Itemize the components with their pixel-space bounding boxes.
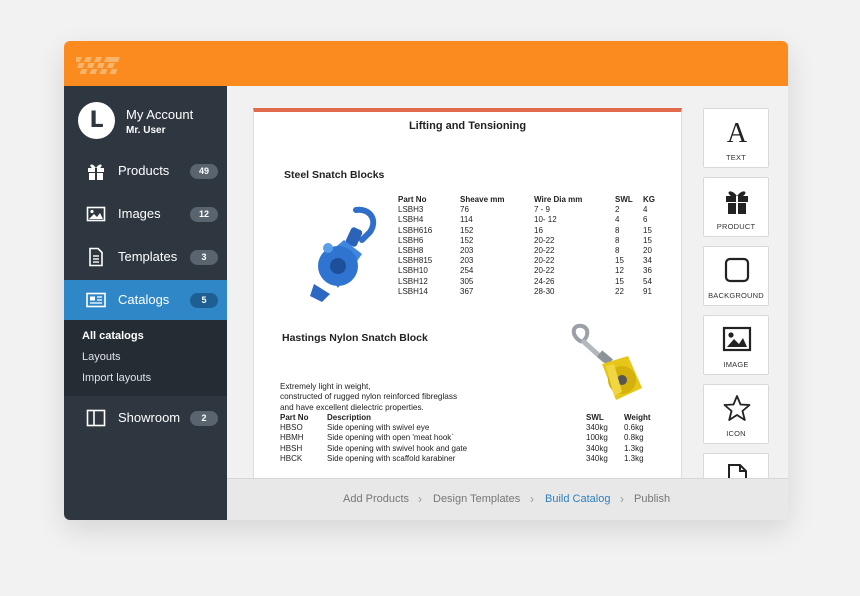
account-user: Mr. User bbox=[126, 125, 166, 136]
svg-text:A: A bbox=[727, 118, 748, 147]
col-wire-dia: Wire Dia mm 7 - 9 10- 12 16 20-22 20-22 20-2… bbox=[534, 195, 583, 296]
step-design-templates[interactable]: Design Templates bbox=[433, 493, 520, 505]
col-swl: SWL 340kg 100kg 340kg 340kg bbox=[586, 413, 608, 463]
gift-icon bbox=[88, 164, 104, 180]
subnav-all-catalogs[interactable]: All catalogs bbox=[82, 330, 144, 342]
sidebar-item-label: Templates bbox=[118, 249, 178, 264]
steel-blocks-table: Part No LSBH3 LSBH4 LSBH616 LSBH6 LSBH8 LSBH… bbox=[398, 195, 668, 296]
layout-icon bbox=[86, 409, 106, 427]
sidebar-item-products[interactable]: Products 49 bbox=[64, 151, 227, 191]
sidebar-item-label: Catalogs bbox=[118, 292, 170, 307]
col-description: Description Side opening with swivel eye… bbox=[327, 413, 468, 463]
image-icon bbox=[722, 326, 752, 352]
main-area: Lifting and Tensioning Steel Snatch Bloc… bbox=[227, 86, 788, 520]
sidebar-item-templates[interactable]: Templates 3 bbox=[64, 237, 227, 277]
col-weight: Weight 0.6kg 0.8kg 1.3kg 1.3kg bbox=[624, 413, 651, 463]
sidebar-item-catalogs[interactable]: Catalogs 5 bbox=[64, 280, 227, 320]
avatar[interactable]: L bbox=[78, 102, 115, 139]
text-icon: A bbox=[727, 118, 748, 147]
tool-image[interactable]: IMAGE bbox=[703, 315, 769, 375]
tool-product[interactable]: PRODUCT bbox=[703, 177, 769, 237]
gift-icon bbox=[726, 191, 748, 214]
step-build-catalog[interactable]: Build Catalog bbox=[545, 493, 610, 505]
col-part-no: Part No HBSO HBMH HBSH HBCK bbox=[280, 413, 309, 463]
count-badge: 2 bbox=[190, 411, 218, 426]
sidebar-item-label: Products bbox=[118, 163, 170, 178]
document-icon bbox=[89, 247, 103, 267]
tool-background[interactable]: BACKGROUND bbox=[703, 246, 769, 306]
description-text: Extremely light in weight, constructed o… bbox=[280, 382, 458, 412]
count-badge: 5 bbox=[190, 293, 218, 308]
nylon-snatch-block-image bbox=[571, 323, 642, 400]
count-badge: 12 bbox=[190, 207, 218, 222]
catalog-subnav: All catalogs Layouts Import layouts bbox=[64, 320, 227, 396]
col-swl: SWL 248 8 8 15 12 15 22 bbox=[615, 195, 633, 296]
col-part-no: Part No LSBH3 LSBH4 LSBH616 LSBH6 LSBH8 LSBH… bbox=[398, 195, 433, 296]
chevron-right-icon: › bbox=[530, 492, 534, 506]
tool-label: PRODUCT bbox=[716, 222, 756, 231]
tool-label: TEXT bbox=[726, 153, 746, 162]
square-icon bbox=[724, 257, 750, 283]
count-badge: 3 bbox=[190, 250, 218, 265]
nylon-blocks-table: Part No HBSO HBMH HBSH HBCK Description Si… bbox=[280, 413, 660, 469]
count-badge: 49 bbox=[190, 164, 218, 179]
section-title: Hastings Nylon Snatch Block bbox=[282, 332, 428, 344]
sidebar-item-label: Showroom bbox=[118, 410, 181, 425]
section-title: Steel Snatch Blocks bbox=[284, 169, 385, 181]
tool-label: ICON bbox=[726, 429, 746, 438]
tool-label: BACKGROUND bbox=[708, 291, 764, 300]
sidebar-item-showroom[interactable]: Showroom 2 bbox=[64, 398, 227, 438]
steel-snatch-block-image bbox=[310, 206, 377, 302]
step-add-products[interactable]: Add Products bbox=[343, 493, 409, 505]
brand-logo[interactable] bbox=[76, 51, 132, 79]
col-kg: KG 4 6 15 15 20 34 36 54 91 bbox=[643, 195, 655, 296]
tool-icon[interactable]: ICON bbox=[703, 384, 769, 444]
page-icon bbox=[728, 464, 747, 478]
tool-text[interactable]: A TEXT bbox=[703, 108, 769, 168]
step-publish[interactable]: Publish bbox=[634, 493, 670, 505]
element-toolbox: A TEXT PRODUCT BACKGROUND IMAGE ICON bbox=[703, 108, 769, 478]
top-bar bbox=[64, 41, 788, 86]
catalog-page-preview[interactable]: Lifting and Tensioning Steel Snatch Bloc… bbox=[253, 108, 682, 478]
account-title: My Account bbox=[126, 107, 194, 122]
tool-page[interactable] bbox=[703, 453, 769, 478]
image-icon bbox=[86, 206, 106, 222]
catalog-icon bbox=[86, 292, 106, 308]
chevron-right-icon: › bbox=[418, 492, 422, 506]
sidebar-item-images[interactable]: Images 12 bbox=[64, 194, 227, 234]
tool-label: IMAGE bbox=[723, 360, 749, 369]
star-icon bbox=[723, 395, 751, 421]
sidebar: L My Account Mr. User Products 49 Images… bbox=[64, 86, 227, 520]
col-sheave: Sheave mm 76 114 152 152 203 203 254 305 367 bbox=[460, 195, 505, 296]
app-window: L My Account Mr. User Products 49 Images… bbox=[64, 41, 788, 520]
sidebar-item-label: Images bbox=[118, 206, 161, 221]
subnav-layouts[interactable]: Layouts bbox=[82, 351, 121, 363]
account-block[interactable]: L My Account Mr. User bbox=[78, 102, 223, 142]
workflow-breadcrumb: Add Products › Design Templates › Build … bbox=[227, 478, 788, 520]
page-title: Lifting and Tensioning bbox=[408, 120, 527, 132]
chevron-right-icon: › bbox=[620, 492, 624, 506]
subnav-import-layouts[interactable]: Import layouts bbox=[82, 372, 151, 384]
